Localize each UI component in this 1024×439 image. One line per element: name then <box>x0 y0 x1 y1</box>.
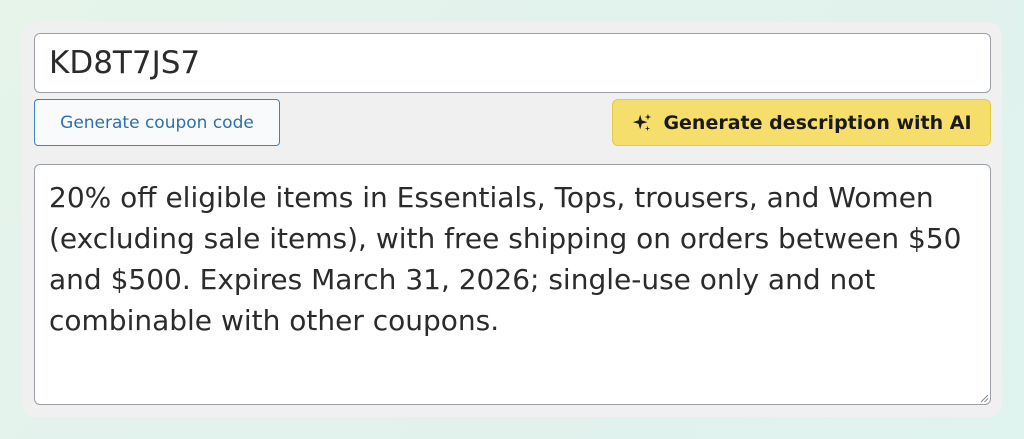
coupon-description-textarea[interactable]: 20% off eligible items in Essentials, To… <box>34 164 991 405</box>
coupon-panel: Generate coupon code Generate descriptio… <box>22 22 1002 417</box>
resize-handle-icon[interactable] <box>979 393 989 403</box>
generate-coupon-code-button[interactable]: Generate coupon code <box>34 99 280 146</box>
generate-description-ai-button[interactable]: Generate description with AI <box>612 99 991 146</box>
coupon-code-input[interactable] <box>34 33 991 93</box>
sparkles-icon <box>631 112 653 134</box>
generate-description-label: Generate description with AI <box>663 111 972 134</box>
